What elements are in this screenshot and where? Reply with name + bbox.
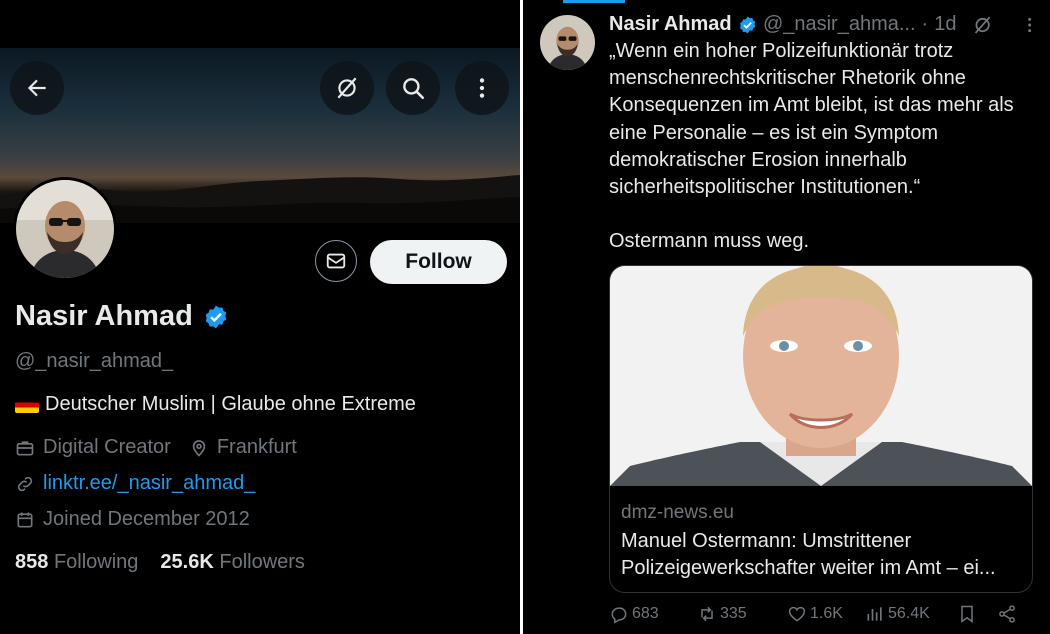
like-count: 1.6K [810, 605, 843, 622]
more-vertical-icon[interactable] [1020, 15, 1039, 35]
briefcase-icon [16, 440, 34, 455]
profile-name-row: Nasir Ahmad [15, 300, 229, 333]
back-button[interactable] [10, 61, 64, 115]
following-count: 858 [15, 551, 49, 573]
bookmark-icon [961, 605, 973, 623]
back-arrow-icon [27, 79, 46, 97]
calendar-icon [17, 512, 33, 527]
followers-label: Followers [219, 551, 305, 573]
tweet-text-line: sicherheitspolitischer Institutionen.“ [609, 176, 921, 199]
search-button[interactable] [386, 61, 440, 115]
mail-icon [326, 253, 346, 269]
profile-panel: Follow Nasir Ahmad @_nasir_ahmad_ Deutsc… [0, 0, 520, 634]
tweet-author-avatar[interactable] [540, 15, 595, 70]
profile-joined: Joined December 2012 [43, 508, 250, 530]
grok-icon[interactable] [972, 14, 993, 36]
profile-name: Nasir Ahmad [15, 300, 193, 332]
germany-flag-icon [15, 396, 39, 413]
tweet-text: „Wenn ein hoher Polizeifunktionär trotz … [609, 38, 1039, 255]
tweet-text-paragraph-2: Ostermann muss weg. [609, 230, 810, 253]
profile-avatar[interactable] [13, 177, 117, 281]
card-photo [610, 266, 1032, 486]
reply-icon [611, 607, 627, 624]
tweet-text-line: Konsequenzen im Amt bleibt, ist das mehr… [609, 94, 1014, 117]
more-options-button[interactable] [455, 61, 509, 115]
verified-badge-icon[interactable] [203, 304, 229, 330]
avatar-photo [540, 15, 595, 70]
card-title: Manuel Ostermann: Umstrittener Polizeige… [621, 530, 996, 579]
grok-button[interactable] [320, 61, 374, 115]
tweet-text-line: „Wenn ein hoher Polizeifunktionär trotz [609, 40, 954, 62]
profile-bio: Deutscher Muslim | Glaube ohne Extreme [15, 393, 416, 416]
share-button[interactable] [997, 604, 1017, 624]
link-preview-card[interactable]: dmz-news.eu Manuel Ostermann: Umstritten… [609, 265, 1033, 593]
tweet-author-name[interactable]: Nasir Ahmad [609, 13, 732, 36]
profile-link[interactable]: linktr.ee/_nasir_ahmad_ [43, 472, 255, 495]
views-button[interactable]: 56.4K [865, 604, 957, 624]
followers-stat[interactable]: 25.6K Followers [160, 551, 305, 574]
reply-count: 683 [632, 605, 659, 622]
repost-icon [701, 606, 713, 622]
following-stat[interactable]: 858 Following [15, 551, 138, 574]
tweet-header: Nasir Ahmad @_nasir_ahma... · 1d [609, 13, 1039, 36]
location-pin-icon [192, 439, 206, 457]
more-vertical-icon [479, 78, 485, 98]
profile-handle: @_nasir_ahmad_ [15, 350, 174, 372]
share-icon [999, 605, 1015, 623]
bio-text: Deutscher Muslim | Glaube ohne Extreme [45, 393, 416, 415]
search-icon [403, 78, 425, 100]
tweet-panel: Nasir Ahmad @_nasir_ahma... · 1d „Wenn e… [523, 0, 1050, 634]
reply-button[interactable]: 683 [609, 604, 697, 624]
tweet-text-line: eine Personalie – es ist ein Symptom [609, 121, 939, 144]
avatar-photo [16, 180, 114, 278]
grok-icon [337, 77, 357, 99]
card-image [610, 266, 1032, 486]
tweet-action-bar: 683 335 1.6K 56.4K [609, 604, 1044, 624]
views-count: 56.4K [888, 605, 930, 622]
link-icon [17, 476, 33, 491]
followers-count: 25.6K [160, 551, 214, 573]
verified-badge-icon[interactable] [738, 15, 757, 35]
profile-link-row: linktr.ee/_nasir_ahmad_ [15, 472, 255, 495]
tweet-dot-separator: · [921, 13, 929, 35]
tweet-timestamp[interactable]: 1d [934, 13, 956, 36]
like-icon [788, 606, 806, 622]
profile-stats: 858 Following 25.6K Followers [15, 551, 305, 574]
following-label: Following [53, 551, 139, 573]
follow-button[interactable]: Follow [370, 240, 507, 284]
repost-button[interactable]: 335 [697, 604, 787, 624]
profile-location: Frankfurt [216, 436, 297, 458]
tweet-text-line: demokratischer Erosion innerhalb [609, 148, 907, 171]
top-accent-bar [563, 0, 625, 3]
profile-meta-row: Digital Creator Frankfurt [15, 436, 297, 459]
views-icon [867, 607, 882, 621]
tweet-text-line: menschenrechtskritischer Rhetorik ohne [609, 67, 966, 90]
card-domain: dmz-news.eu [621, 502, 734, 523]
message-button[interactable] [315, 240, 357, 282]
profile-joined-row: Joined December 2012 [15, 508, 250, 531]
like-button[interactable]: 1.6K [787, 604, 865, 624]
repost-count: 335 [720, 605, 747, 622]
bookmark-button[interactable] [957, 604, 997, 624]
tweet-author-handle[interactable]: @_nasir_ahma... [763, 13, 916, 36]
profile-category: Digital Creator [43, 436, 171, 458]
